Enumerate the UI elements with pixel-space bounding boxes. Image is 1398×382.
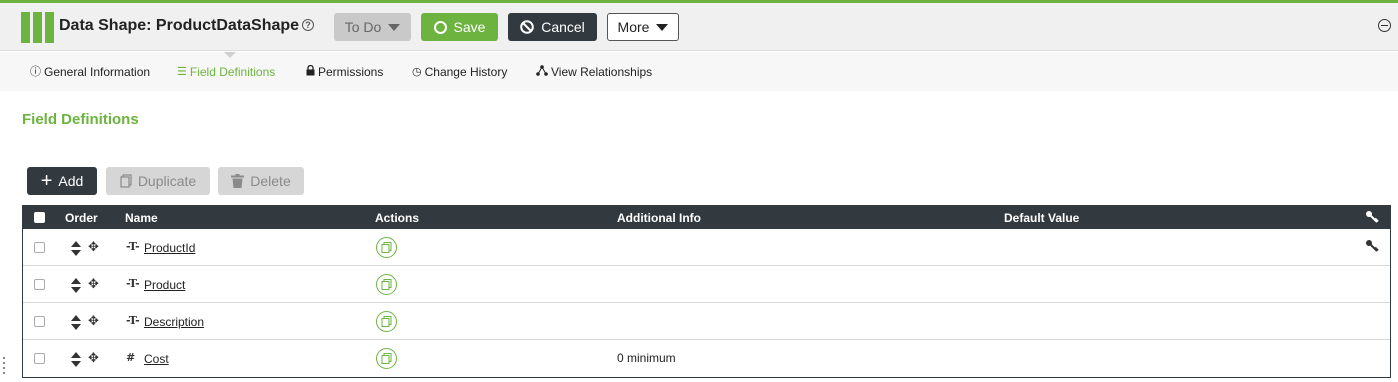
table-row[interactable]: ✥ # Cost 0 minimum (23, 340, 1390, 377)
sort-up-down-icon[interactable] (71, 278, 81, 293)
info-icon: ⓘ (30, 65, 41, 78)
table-row[interactable]: ✥ -T- Description (23, 303, 1390, 340)
tab-permissions[interactable]: Permissions (306, 64, 384, 79)
tab-change-history[interactable]: ◷ Change History (412, 65, 507, 79)
field-name-link[interactable]: ProductId (144, 241, 195, 255)
primary-key-icon (1366, 240, 1379, 252)
table-row[interactable]: ✥ -T- Product (23, 266, 1390, 303)
additional-info-cell: 0 minimum (617, 351, 676, 365)
add-label: Add (58, 173, 84, 189)
duplicate-button[interactable]: Duplicate (106, 167, 210, 195)
resize-grip-icon[interactable] (3, 357, 6, 377)
tab-field-definitions[interactable]: ☰ Field Definitions (177, 65, 275, 79)
collapse-icon[interactable] (1378, 19, 1391, 32)
row-checkbox[interactable] (34, 242, 45, 253)
state-label: To Do (344, 19, 382, 35)
field-name-link[interactable]: Cost (144, 352, 169, 366)
move-arrows-icon[interactable]: ✥ (88, 276, 99, 292)
save-button[interactable]: Save (421, 13, 498, 41)
copy-icon (381, 353, 392, 364)
base-type-icon: # (126, 351, 136, 364)
more-dropdown-button[interactable]: More (607, 13, 679, 41)
column-header-default-value: Default Value (1004, 211, 1080, 225)
duplicate-label: Duplicate (137, 173, 197, 189)
field-name-link[interactable]: Description (144, 315, 204, 329)
tab-label: General Information (44, 65, 151, 79)
column-header-actions: Actions (375, 211, 420, 225)
state-dropdown-button[interactable]: To Do (334, 13, 411, 41)
caret-down-icon (388, 23, 401, 31)
select-all-checkbox[interactable] (34, 212, 45, 223)
cancel-button[interactable]: Cancel (508, 13, 597, 41)
section-title: Field Definitions (22, 111, 139, 128)
relationship-icon (536, 65, 548, 79)
move-arrows-icon[interactable]: ✥ (88, 350, 99, 366)
sort-up-down-icon[interactable] (71, 241, 81, 256)
tab-label: Permissions (318, 65, 384, 79)
base-type-icon: -T- (126, 277, 140, 290)
delete-button[interactable]: Delete (218, 167, 304, 195)
table-row[interactable]: ✥ -T- ProductId (23, 229, 1390, 266)
column-header-additional-info: Additional Info (617, 211, 701, 225)
data-shape-logo-icon (21, 12, 54, 43)
move-arrows-icon[interactable]: ✥ (88, 239, 99, 255)
grid-header: Order Name Actions Additional Info Defau… (23, 206, 1390, 229)
primary-key-icon (1366, 211, 1379, 223)
delete-label: Delete (250, 173, 291, 189)
trash-icon (231, 174, 245, 188)
page-title: Data Shape: ProductDataShape (59, 17, 300, 34)
row-checkbox[interactable] (34, 279, 45, 290)
page-header: Data Shape: ProductDataShape ? To Do Sav… (0, 3, 1398, 51)
copy-field-button[interactable] (376, 348, 397, 369)
list-icon: ☰ (177, 65, 187, 78)
cancel-label: Cancel (541, 19, 585, 35)
column-header-order[interactable]: Order (65, 211, 98, 225)
copy-field-button[interactable] (376, 237, 397, 258)
copy-field-button[interactable] (376, 274, 397, 295)
row-checkbox[interactable] (34, 316, 45, 327)
active-tab-pointer (224, 52, 236, 58)
field-definitions-grid: Order Name Actions Additional Info Defau… (22, 205, 1391, 378)
caret-down-icon (656, 23, 669, 31)
field-name-link[interactable]: Product (144, 278, 185, 292)
copy-icon (381, 316, 392, 327)
tab-bar: ⓘ General Information ☰ Field Definition… (0, 52, 1398, 91)
add-button[interactable]: + Add (27, 167, 97, 195)
tab-label: Field Definitions (189, 65, 276, 79)
base-type-icon: -T- (126, 314, 140, 327)
copy-icon (381, 279, 392, 290)
save-label: Save (453, 19, 486, 35)
copy-icon (381, 242, 392, 253)
lock-icon (306, 64, 315, 79)
sort-up-down-icon[interactable] (71, 352, 81, 367)
base-type-icon: -T- (126, 240, 140, 253)
row-checkbox[interactable] (34, 353, 45, 364)
column-header-name[interactable]: Name (125, 211, 158, 225)
copy-field-button[interactable] (376, 311, 397, 332)
copy-icon (120, 174, 132, 188)
plus-icon: + (40, 170, 53, 192)
sort-up-down-icon[interactable] (71, 315, 81, 330)
tab-view-relationships[interactable]: View Relationships (536, 65, 652, 79)
help-icon[interactable]: ? (302, 19, 314, 31)
tab-general-information[interactable]: ⓘ General Information (30, 65, 150, 79)
tab-label: Change History (424, 65, 508, 79)
circle-icon (433, 20, 447, 34)
move-arrows-icon[interactable]: ✥ (88, 313, 99, 329)
clock-icon: ◷ (412, 65, 422, 78)
more-label: More (617, 19, 650, 35)
cancel-icon (520, 20, 535, 34)
tab-label: View Relationships (551, 65, 653, 79)
